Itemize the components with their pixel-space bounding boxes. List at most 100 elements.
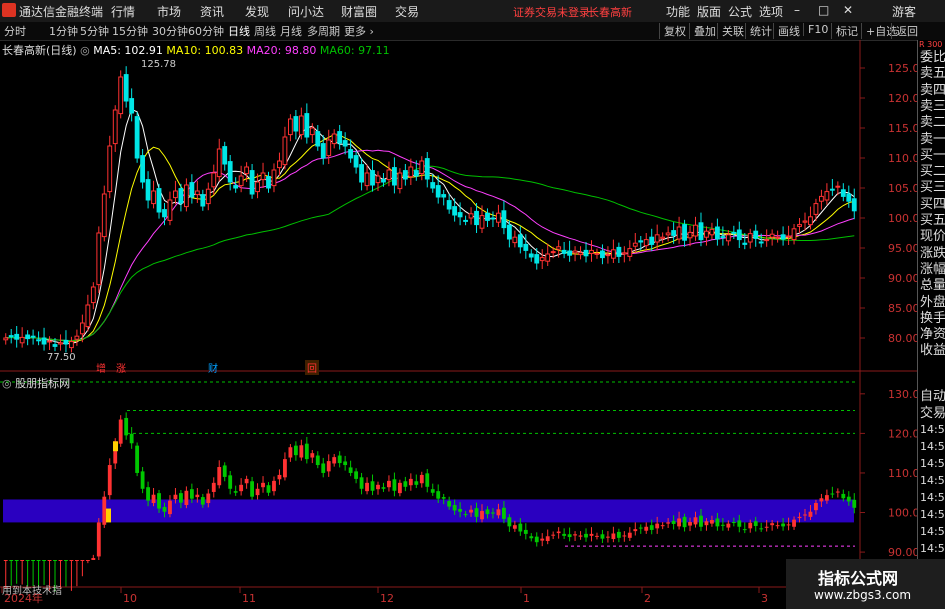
candle-body [129,98,135,114]
restore-rights-button[interactable]: 复权 [659,23,686,39]
sub-candle-body [250,481,254,497]
event-tag-return[interactable]: 回 [305,360,319,375]
menu-item-formula[interactable]: 公式 [728,3,752,20]
sub-candle-body [501,507,506,519]
menu-item-layout[interactable]: 版面 [697,3,721,20]
candle-body [222,146,228,165]
event-tag-finance[interactable]: 财 [206,360,220,375]
candle-body [572,250,578,254]
menu-item-news[interactable]: 资讯 [200,3,224,20]
sidebar-item-20[interactable]: 交易 [920,402,945,421]
menu-item-quotes[interactable]: 行情 [111,3,135,20]
candle-body [627,248,633,257]
period-tab-multi[interactable]: 多周期 [307,23,340,39]
candle-body [813,203,819,215]
overlay-button[interactable]: 叠加 [689,23,716,39]
related-button[interactable]: 关联 [717,23,744,39]
sub-candle-body [211,482,216,492]
menu-item-options[interactable]: 选项 [759,3,783,20]
sub-candle-body [819,498,824,502]
sub-candle-body [381,487,386,489]
period-tab-more[interactable]: 更多 › [344,23,374,39]
sub-candle-body [452,505,457,511]
candle-body [632,242,638,247]
candle-body [101,193,107,238]
sidebar-item-18[interactable]: 收益 [920,339,945,358]
sub-candle-body [348,467,353,473]
user-label[interactable]: 游客 [892,3,916,20]
sub-candle-body [846,496,851,502]
event-tag-limit-up[interactable]: 涨 [114,360,128,375]
sub-candle-body [277,474,282,480]
statistics-button[interactable]: 统计 [745,23,772,39]
sub-candle-body [638,527,643,529]
candle-body [315,131,321,147]
candle-body [183,184,189,208]
candle-body [769,233,775,238]
period-tab-monthly[interactable]: 月线 [280,23,302,39]
menu-item-discover[interactable]: 发现 [245,3,269,20]
minimize-button[interactable]: – [794,3,800,17]
menu-item-functions[interactable]: 功能 [666,3,690,20]
mark-button[interactable]: 标记 [831,23,858,39]
sub-y-tick-label: 110.00 [888,467,917,480]
candle-body [189,182,195,198]
sub-candle-body [146,487,150,501]
candle-body [556,246,562,250]
sub-candle-body [299,445,304,458]
chart-area[interactable]: 125.00 120.00 115.00 110.00 105.00 100.00 95.0… [0,40,917,609]
sub-candle-body [124,417,129,436]
sub-candle-body [80,560,85,561]
candle-body [517,234,523,248]
event-tag-increase[interactable]: 增 [94,360,108,375]
menu-item-ask[interactable]: 问小达 [288,3,324,20]
candle-body [545,253,551,262]
period-tab-60min[interactable]: 60分钟 [188,23,224,39]
yellow-marker [113,441,118,452]
sub-y-tick-label: 100.00 [888,507,917,520]
close-button[interactable]: ✕ [843,3,853,17]
candle-body [52,344,58,347]
x-axis-label: 2 [644,592,651,605]
candle-body [457,212,463,218]
menu-item-market[interactable]: 市场 [157,3,181,20]
sub-y-tick-label: 120.00 [888,427,917,440]
candle-body [775,236,781,239]
period-tab-1min[interactable]: 1分钟 [49,23,78,39]
back-button[interactable]: 返回 [891,23,918,39]
x-axis-label: 1 [523,592,530,605]
sub-candle-body [507,517,512,527]
period-tab-weekly[interactable]: 周线 [254,23,276,39]
candle-body [386,169,392,181]
candle-body [764,239,770,242]
period-tab-intraday[interactable]: 分时 [4,23,26,39]
candle-body [523,243,529,251]
sub-candle-body [573,534,577,536]
period-tab-daily[interactable]: 日线 [228,23,250,39]
sub-candle-body [480,510,484,520]
candle-body [490,217,496,220]
x-axis-label: 3 [761,592,768,605]
sub-candle-body [266,485,271,493]
sub-candle-body [107,465,112,496]
draw-line-button[interactable]: 画线 [773,23,800,39]
candle-body [287,118,293,136]
candle-body [304,113,310,138]
maximize-button[interactable]: □ [818,3,829,17]
settings-icon[interactable]: ◎ [2,377,12,390]
menu-item-wealth[interactable]: 财富圈 [341,3,377,20]
period-tab-30min[interactable]: 30分钟 [152,23,188,39]
candle-body [8,335,14,338]
candle-body [359,164,364,183]
menu-item-trade[interactable]: 交易 [395,3,419,20]
f10-button[interactable]: F10 [803,23,828,36]
sub-candle-body [414,481,419,485]
settings-icon[interactable]: ◎ [80,44,90,57]
sub-candle-body [189,489,194,499]
period-tab-15min[interactable]: 15分钟 [112,23,148,39]
login-status[interactable]: 证券交易未登录 [513,4,590,20]
candle-body [145,179,151,201]
candle-body [392,167,397,186]
period-tab-5min[interactable]: 5分钟 [80,23,109,39]
candle-body [238,175,244,187]
